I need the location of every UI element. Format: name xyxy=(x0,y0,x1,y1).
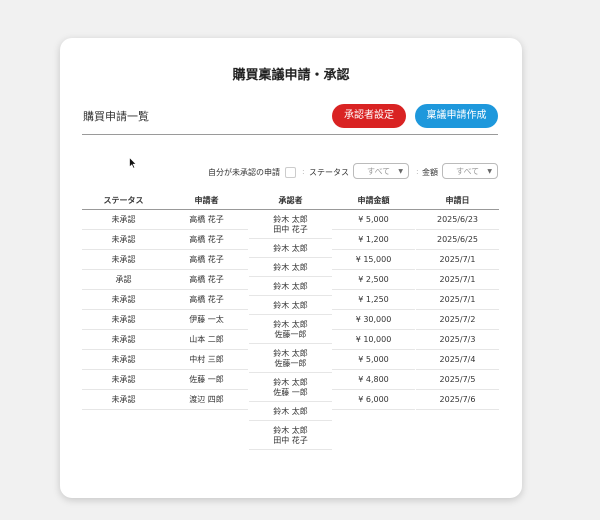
filter-separator: : xyxy=(416,167,419,176)
status-cell: 未承認 xyxy=(82,330,165,350)
status-column: 未承認 未承認 未承認 承認 未承認 未承認 未承認 未承認 未承認 未承認 xyxy=(82,210,165,410)
status-cell: 未承認 xyxy=(82,390,165,410)
approver-cell: 鈴木 太郎 佐藤 一郎 xyxy=(249,373,332,402)
applicant-cell: 渡辺 四郎 xyxy=(165,390,248,410)
amount-cell: ¥ 5,000 xyxy=(332,210,415,230)
header-divider xyxy=(82,134,498,135)
header-status[interactable]: ステータス xyxy=(82,195,165,206)
date-cell: 2025/7/6 xyxy=(416,390,499,410)
approver-name: 田中 花子 xyxy=(273,225,308,234)
approver-name: 鈴木 太郎 xyxy=(273,263,308,272)
amount-cell: ¥ 10,000 xyxy=(332,330,415,350)
applicant-cell: 高橋 花子 xyxy=(165,270,248,290)
amount-cell: ¥ 15,000 xyxy=(332,250,415,270)
approver-name: 鈴木 太郎 xyxy=(273,349,308,358)
applicant-column: 高橋 花子 高橋 花子 高橋 花子 高橋 花子 高橋 花子 伊藤 一太 山本 二… xyxy=(165,210,248,410)
applicant-cell: 山本 二郎 xyxy=(165,330,248,350)
status-cell: 未承認 xyxy=(82,290,165,310)
date-cell: 2025/7/3 xyxy=(416,330,499,350)
approver-cell: 鈴木 太郎 佐藤一郎 xyxy=(249,315,332,344)
date-column: 2025/6/23 2025/6/25 2025/7/1 2025/7/1 20… xyxy=(416,210,499,410)
amount-cell: ¥ 5,000 xyxy=(332,350,415,370)
date-cell: 2025/7/1 xyxy=(416,290,499,310)
main-card: 購買稟議申請・承認 購買申請一覧 承認者設定 稟議申請作成 自分が未承認の申請 … xyxy=(60,38,522,498)
approver-name: 佐藤一郎 xyxy=(274,330,307,339)
amount-column: ¥ 5,000 ¥ 1,200 ¥ 15,000 ¥ 2,500 ¥ 1,250… xyxy=(332,210,415,410)
table-header: ステータス 申請者 承認者 申請金額 申請日 xyxy=(82,189,499,210)
amount-cell: ¥ 30,000 xyxy=(332,310,415,330)
approver-name: 鈴木 太郎 xyxy=(273,320,308,329)
chevron-down-icon: ▼ xyxy=(487,168,492,175)
status-cell: 未承認 xyxy=(82,210,165,230)
status-cell: 承認 xyxy=(82,270,165,290)
date-cell: 2025/7/2 xyxy=(416,310,499,330)
status-filter-label: ステータス xyxy=(309,168,349,177)
amount-cell: ¥ 1,200 xyxy=(332,230,415,250)
approver-cell: 鈴木 太郎 xyxy=(249,296,332,315)
status-cell: 未承認 xyxy=(82,230,165,250)
status-cell: 未承認 xyxy=(82,310,165,330)
date-cell: 2025/6/23 xyxy=(416,210,499,230)
date-cell: 2025/7/5 xyxy=(416,370,499,390)
applicant-cell: 高橋 花子 xyxy=(165,250,248,270)
applicant-cell: 高橋 花子 xyxy=(165,210,248,230)
approver-name: 佐藤一郎 xyxy=(274,359,307,368)
approver-name: 佐藤 一郎 xyxy=(273,388,308,397)
approver-name: 鈴木 太郎 xyxy=(273,378,308,387)
approver-name: 鈴木 太郎 xyxy=(273,426,308,435)
filter-bar: 自分が未承認の申請 : ステータス すべて ▼ : 金額 すべて ▼ xyxy=(60,162,522,182)
request-table: ステータス 申請者 承認者 申請金額 申請日 未承認 未承認 未承認 承認 未承… xyxy=(82,189,499,450)
amount-cell: ¥ 1,250 xyxy=(332,290,415,310)
approver-name: 鈴木 太郎 xyxy=(273,282,308,291)
date-cell: 2025/7/1 xyxy=(416,250,499,270)
list-title: 購買申請一覧 xyxy=(83,110,149,123)
approver-cell: 鈴木 太郎 佐藤一郎 xyxy=(249,344,332,373)
header-applicant[interactable]: 申請者 xyxy=(165,195,248,206)
unapproved-filter-label: 自分が未承認の申請 xyxy=(208,168,280,177)
amount-cell: ¥ 6,000 xyxy=(332,390,415,410)
unapproved-filter-checkbox[interactable] xyxy=(285,167,296,178)
amount-cell: ¥ 4,800 xyxy=(332,370,415,390)
applicant-cell: 高橋 花子 xyxy=(165,290,248,310)
status-filter-value: すべて xyxy=(367,167,391,176)
status-cell: 未承認 xyxy=(82,350,165,370)
page-title: 購買稟議申請・承認 xyxy=(232,68,350,83)
date-cell: 2025/7/4 xyxy=(416,350,499,370)
amount-filter-select[interactable]: すべて ▼ xyxy=(442,163,498,179)
chevron-down-icon: ▼ xyxy=(398,168,403,175)
header-date[interactable]: 申請日 xyxy=(416,195,499,206)
create-request-button[interactable]: 稟議申請作成 xyxy=(415,104,498,128)
applicant-cell: 中村 三郎 xyxy=(165,350,248,370)
header-amount[interactable]: 申請金額 xyxy=(332,195,415,206)
header-approver[interactable]: 承認者 xyxy=(249,195,332,206)
approver-cell: 鈴木 太郎 xyxy=(249,402,332,421)
approver-settings-button[interactable]: 承認者設定 xyxy=(332,104,406,128)
status-filter-select[interactable]: すべて ▼ xyxy=(353,163,409,179)
approver-cell: 鈴木 太郎 xyxy=(249,258,332,277)
status-cell: 未承認 xyxy=(82,370,165,390)
date-cell: 2025/7/1 xyxy=(416,270,499,290)
approver-name: 鈴木 太郎 xyxy=(273,215,308,224)
approver-column: 鈴木 太郎 田中 花子 鈴木 太郎 鈴木 太郎 鈴木 太郎 鈴木 太郎 鈴木 太… xyxy=(249,210,332,450)
status-cell: 未承認 xyxy=(82,250,165,270)
approver-name: 鈴木 太郎 xyxy=(273,407,308,416)
amount-cell: ¥ 2,500 xyxy=(332,270,415,290)
filter-separator: : xyxy=(302,167,305,176)
approver-cell: 鈴木 太郎 xyxy=(249,239,332,258)
applicant-cell: 高橋 花子 xyxy=(165,230,248,250)
approver-cell: 鈴木 太郎 田中 花子 xyxy=(249,210,332,239)
approver-name: 鈴木 太郎 xyxy=(273,244,308,253)
amount-filter-value: すべて xyxy=(456,167,480,176)
approver-name: 鈴木 太郎 xyxy=(273,301,308,310)
amount-filter-label: 金額 xyxy=(422,168,438,177)
approver-cell: 鈴木 太郎 xyxy=(249,277,332,296)
date-cell: 2025/6/25 xyxy=(416,230,499,250)
applicant-cell: 佐藤 一郎 xyxy=(165,370,248,390)
approver-cell: 鈴木 太郎 田中 花子 xyxy=(249,421,332,450)
applicant-cell: 伊藤 一太 xyxy=(165,310,248,330)
approver-name: 田中 花子 xyxy=(273,436,308,445)
